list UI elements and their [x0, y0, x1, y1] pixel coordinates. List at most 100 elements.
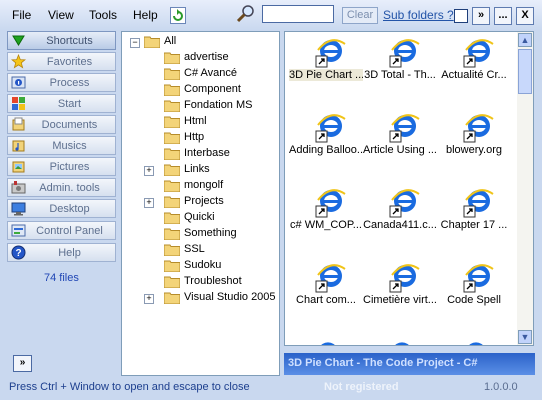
sidebar-item-label: Documents	[41, 119, 98, 131]
file-item[interactable]: Code Spell	[437, 258, 511, 324]
sidebar-item-documents[interactable]: Documents	[7, 115, 116, 134]
file-item-label: Chart com...	[296, 294, 356, 306]
file-grid[interactable]: 3D Pie Chart ... 3D Total - Th... Actualit…	[284, 31, 534, 346]
sidebar-item-start[interactable]: Start	[7, 94, 116, 113]
folder-icon	[164, 68, 180, 80]
subfolders-checkbox[interactable]	[454, 9, 468, 23]
menu-tools[interactable]: Tools	[89, 8, 117, 22]
file-item[interactable]: Chart com...	[289, 258, 363, 324]
file-item-label: Chapter 17 ...	[440, 219, 508, 231]
folder-icon	[164, 164, 180, 176]
tree-toggle[interactable]: −	[130, 38, 140, 48]
sidebar: Shortcuts Favorites Process Start Docume…	[0, 31, 118, 376]
menu-view[interactable]: View	[48, 8, 74, 22]
file-item-label: blowery.org	[445, 144, 503, 156]
green-down-triangle-icon	[11, 33, 26, 48]
file-item[interactable]: Chapter 17 ...	[437, 183, 511, 249]
file-item-label: Code Spell	[447, 294, 501, 306]
sidebar-item-label: Start	[57, 98, 82, 110]
magnifier-icon[interactable]	[236, 4, 256, 24]
ie-shortcut-icon	[389, 39, 420, 68]
file-item[interactable]: Cimetière virt...	[363, 258, 437, 324]
tree-item-label: Sudoku	[184, 259, 222, 271]
ie-shortcut-icon	[315, 189, 346, 218]
folder-icon	[164, 148, 180, 160]
file-item[interactable]: Actualité Cr...	[437, 33, 511, 99]
tree-item-label: Something	[184, 227, 237, 239]
registration-status: Not registered	[324, 381, 399, 393]
file-item[interactable]: Canada411.c...	[363, 183, 437, 249]
scroll-up-button[interactable]: ▲	[518, 33, 532, 47]
documents-icon	[11, 117, 26, 132]
sidebar-item-pictures[interactable]: Pictures	[7, 157, 116, 176]
tree-toggle[interactable]: +	[144, 198, 154, 208]
sidebar-item-desktop[interactable]: Desktop	[7, 199, 116, 218]
ie-shortcut-icon	[463, 189, 494, 218]
folder-tree[interactable]: − All advertise C# Avancé Component Fondati…	[121, 31, 280, 376]
vertical-scrollbar[interactable]: ▲ ▼	[517, 32, 533, 345]
tree-item-label: Html	[184, 115, 207, 127]
folder-icon	[144, 36, 160, 48]
status-hint: Press Ctrl + Window to open and escape t…	[9, 381, 250, 393]
tree-toggle[interactable]: +	[144, 166, 154, 176]
sidebar-item-label: Pictures	[49, 161, 90, 173]
close-button[interactable]: X	[516, 7, 534, 25]
search-input[interactable]	[262, 5, 334, 23]
menu-bar: File View Tools Help Clear Sub folders ?…	[0, 0, 542, 31]
tree-item-label: Links	[184, 163, 210, 175]
ie-shortcut-icon	[463, 39, 494, 68]
tree-toggle[interactable]: +	[144, 294, 154, 304]
file-count: 74 files	[44, 272, 79, 284]
sidebar-item-process[interactable]: Process	[7, 73, 116, 92]
sidebar-item-shortcuts[interactable]: Shortcuts	[7, 31, 116, 50]
clear-button[interactable]: Clear	[342, 7, 378, 24]
sidebar-item-help[interactable]: ? Help	[7, 243, 116, 262]
tree-item-label: Quicki	[184, 211, 215, 223]
sidebar-item-control-panel[interactable]: Control Panel	[7, 221, 116, 240]
file-item[interactable]: 3D Pie Chart ...	[289, 33, 363, 99]
file-item-label: Adding Balloo...	[289, 144, 363, 156]
file-item-label: 3D Total - Th...	[364, 69, 436, 81]
sidebar-item-label: Control Panel	[36, 225, 103, 237]
start-icon	[11, 96, 26, 111]
folder-icon	[164, 196, 180, 208]
preview-title: 3D Pie Chart - The Code Project - C#	[284, 353, 535, 375]
folder-icon	[164, 212, 180, 224]
file-item[interactable]: blowery.org	[437, 108, 511, 174]
ie-shortcut-icon	[463, 114, 494, 143]
menu-help[interactable]: Help	[133, 8, 158, 22]
control-panel-icon	[11, 223, 26, 238]
sidebar-item-label: Process	[49, 77, 90, 89]
scroll-down-button[interactable]: ▼	[518, 330, 532, 344]
more-options-button[interactable]: ...	[494, 7, 512, 25]
scroll-thumb[interactable]	[518, 49, 532, 94]
file-item[interactable]: 3D Total - Th...	[363, 33, 437, 99]
expand-sidebar-button[interactable]: »	[13, 355, 32, 372]
tree-item-label: All	[164, 35, 177, 47]
folder-icon	[164, 292, 180, 304]
file-item[interactable]: Adding Balloo...	[289, 108, 363, 174]
tree-item-label: Http	[184, 131, 205, 143]
sidebar-item-label: Help	[58, 247, 81, 259]
subfolders-link[interactable]: Sub folders ?	[383, 8, 454, 22]
tree-item-label: mongolf	[184, 179, 224, 191]
admin-tools-icon	[11, 180, 26, 195]
folder-icon	[164, 260, 180, 272]
sidebar-item-musics[interactable]: Musics	[7, 136, 116, 155]
file-item[interactable]: c# WM_COP...	[289, 183, 363, 249]
desktop-icon	[11, 201, 26, 216]
sidebar-item-label: Desktop	[49, 203, 90, 215]
folder-icon	[164, 180, 180, 192]
process-info-icon	[11, 75, 26, 90]
refresh-icon[interactable]	[170, 7, 186, 24]
sidebar-item-favorites[interactable]: Favorites	[7, 52, 116, 71]
file-item-label: c# WM_COP...	[290, 219, 362, 231]
ie-shortcut-icon	[389, 264, 420, 293]
ie-shortcut-icon	[315, 114, 346, 143]
file-item[interactable]: Article Using ...	[363, 108, 437, 174]
sidebar-item-admin-tools[interactable]: Admin. tools	[7, 178, 116, 197]
tree-item-label: C# Avancé	[184, 67, 238, 79]
menu-file[interactable]: File	[12, 8, 31, 22]
sidebar-item-label: Shortcuts	[46, 35, 93, 47]
collapse-toolbar-button[interactable]: »	[472, 7, 490, 25]
